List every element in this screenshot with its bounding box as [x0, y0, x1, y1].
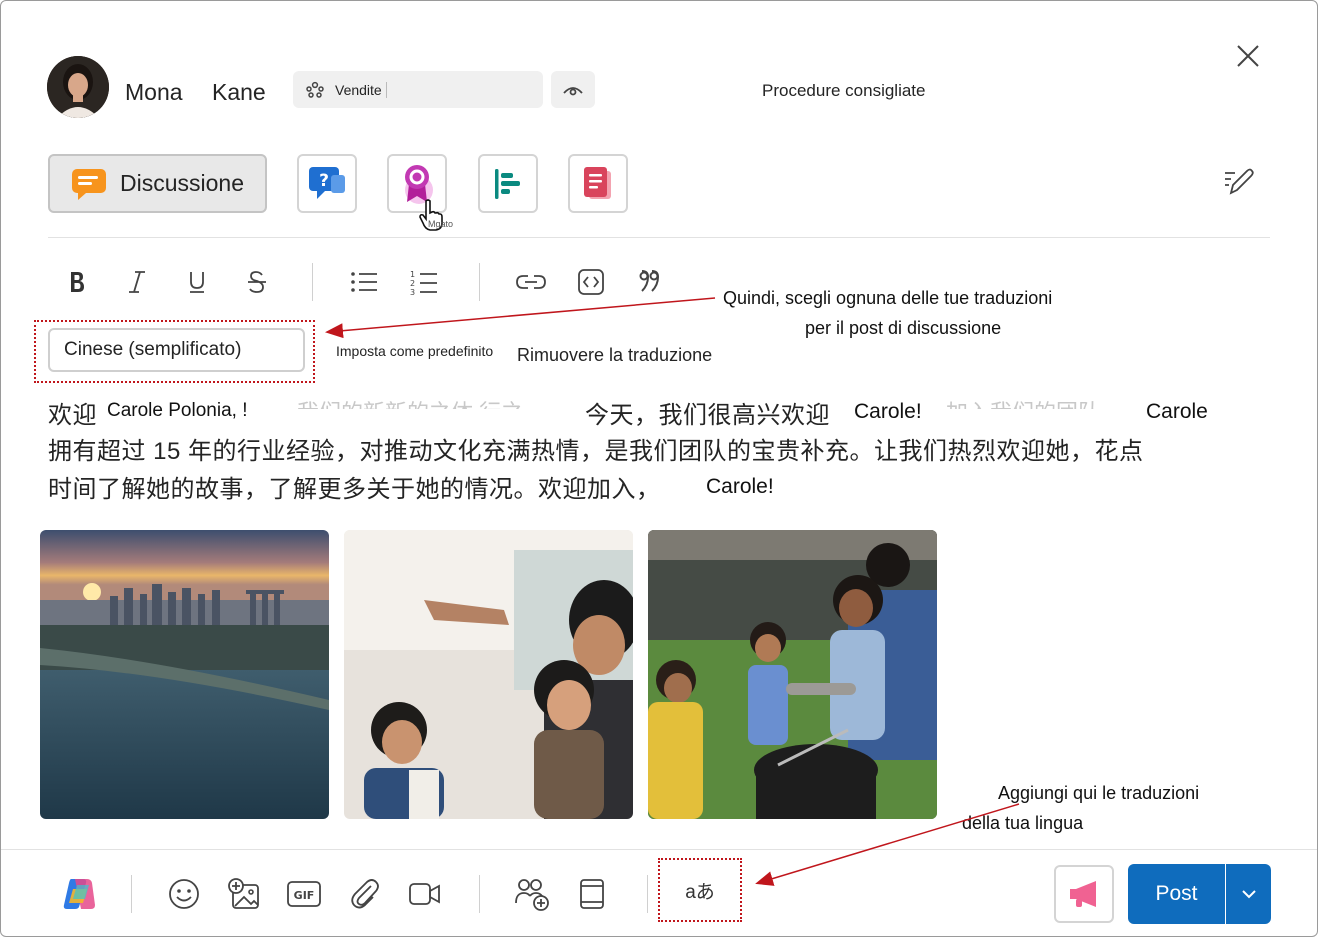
svg-text:1: 1 [410, 270, 415, 279]
numbered-list-icon: 123 [410, 270, 437, 296]
bottom-separator [647, 875, 648, 913]
quote-button[interactable] [633, 263, 669, 301]
code-icon [578, 269, 604, 295]
align-chart-icon [495, 168, 520, 199]
divider [48, 237, 1270, 238]
italic-button[interactable] [119, 263, 155, 301]
add-image-button[interactable] [224, 874, 264, 914]
megaphone-icon [1070, 881, 1096, 907]
add-image-icon [228, 878, 259, 909]
translate-icon: aあ [685, 881, 715, 903]
post-type-question[interactable]: ? [297, 154, 357, 213]
photo-city-skyline[interactable] [40, 530, 329, 819]
add-people-icon [515, 879, 549, 911]
best-practices-link[interactable]: Procedure consigliate [762, 81, 925, 101]
bullet-list-button[interactable] [346, 263, 382, 301]
bold-button[interactable] [59, 263, 95, 301]
underline-icon [190, 272, 204, 293]
chevron-down-icon [1241, 890, 1256, 899]
body-carole-1: Carole! [854, 400, 922, 423]
divider [1, 849, 1317, 850]
body-name: Carole Polonia, ! [107, 400, 248, 421]
svg-text:3: 3 [410, 288, 415, 296]
discussion-icon [72, 168, 106, 200]
post-button[interactable]: Post [1128, 864, 1225, 924]
italic-icon [129, 271, 145, 293]
author-first-name: Mona [125, 79, 183, 105]
bottom-separator [479, 875, 480, 913]
body-carole-2: Carole [1146, 400, 1208, 423]
photo-family-kids[interactable] [344, 530, 633, 819]
numbered-list-button[interactable]: 123 [406, 263, 442, 301]
emoji-button[interactable] [164, 874, 204, 914]
translate-button[interactable]: aあ [658, 858, 742, 922]
body-welcome: 欢迎 [48, 402, 97, 429]
attach-button[interactable] [344, 874, 384, 914]
post-type-article[interactable] [568, 154, 628, 213]
copilot-icon [63, 879, 95, 909]
strikethrough-button[interactable] [239, 263, 275, 301]
post-composer-window: Mona Kane Vendite Procedure consigliate [0, 0, 1318, 937]
video-button[interactable] [405, 874, 445, 914]
question-icon: ? [309, 166, 345, 199]
strikethrough-icon [248, 271, 266, 293]
gif-button[interactable]: GIF [284, 874, 324, 914]
post-options-dropdown[interactable] [1226, 864, 1271, 924]
bold-icon [71, 272, 84, 292]
body-line2: 拥有超过 15 年的行业经验，对推动文化充满热情，是我们团队的宝贵补充。让我们热… [48, 438, 1144, 465]
announcement-button[interactable] [1054, 865, 1114, 923]
code-block-button[interactable] [573, 263, 609, 301]
svg-text:?: ? [319, 171, 329, 191]
callout-top-line2: per il post di discussione [805, 318, 1002, 338]
post-type-poll[interactable] [478, 154, 538, 213]
praise-tooltip: Mgato [428, 219, 454, 229]
gif-icon: GIF [287, 881, 321, 907]
close-button[interactable] [1231, 39, 1265, 73]
close-icon [1237, 45, 1259, 67]
copilot-button[interactable] [59, 874, 99, 914]
body-line3: 时间了解她的故事，了解更多关于她的情况。欢迎加入， [48, 476, 661, 503]
author-last-name: Kane [212, 79, 266, 105]
video-camera-icon [409, 883, 440, 905]
link-button[interactable] [513, 263, 549, 301]
body-faded-text-2: 加入我们的团队 [946, 395, 1100, 409]
set-default-link[interactable]: Imposta come predefinito [336, 343, 493, 359]
mention-people-button[interactable] [512, 874, 552, 914]
paperclip-icon [351, 879, 379, 909]
translation-language-selector[interactable]: Cinese (semplificato) [48, 328, 305, 372]
underline-button[interactable] [179, 263, 215, 301]
bullet-list-icon [351, 272, 377, 292]
link-icon [516, 275, 546, 289]
eye-icon [563, 86, 583, 95]
callout-top-line1: Quindi, scegli ognuna delle tue traduzio… [723, 288, 1053, 308]
toolbar-separator [312, 263, 313, 301]
svg-text:GIF: GIF [294, 889, 315, 902]
avatar [47, 56, 109, 118]
visibility-button[interactable] [551, 71, 595, 108]
bottom-separator [131, 875, 132, 913]
post-type-discussion[interactable]: Discussione [48, 154, 267, 213]
quote-icon [639, 270, 660, 292]
notes-icon [584, 166, 611, 199]
community-icon [306, 81, 324, 98]
edit-button[interactable] [1221, 163, 1255, 202]
notebook-button[interactable] [572, 874, 612, 914]
body-faded-text: 我们的新新的之体 行之 [297, 395, 523, 409]
remove-translation-link[interactable]: Rimuovere la traduzione [517, 345, 712, 366]
audience-selector[interactable]: Vendite [293, 71, 543, 108]
emoji-icon [169, 879, 199, 909]
body-carole-3: Carole! [706, 475, 774, 498]
toolbar-separator [479, 263, 480, 301]
callout-bottom-line2: della tua lingua [962, 813, 1084, 833]
discussion-label: Discussione [120, 170, 244, 196]
notebook-icon [580, 879, 604, 909]
pen-edit-icon [1225, 168, 1254, 195]
photo-family-barbecue[interactable] [648, 530, 937, 819]
svg-text:2: 2 [410, 279, 415, 288]
audience-label: Vendite [335, 81, 387, 98]
callout-bottom-line1: Aggiungi qui le traduzioni [998, 783, 1200, 803]
body-line1: 今天，我们很高兴欢迎 [585, 402, 830, 429]
